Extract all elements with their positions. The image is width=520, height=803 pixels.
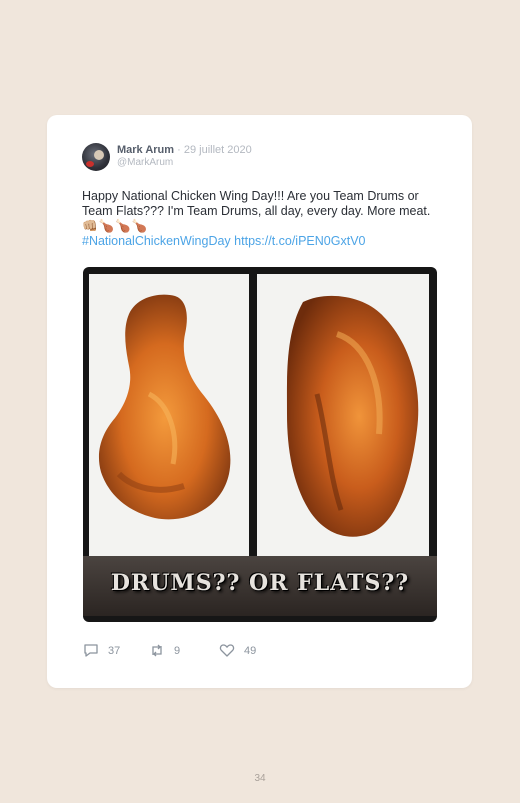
avatar[interactable]	[82, 143, 110, 171]
reply-icon	[84, 644, 98, 657]
drum-photo	[89, 274, 249, 556]
flat-wing-image	[286, 295, 419, 537]
drumstick-image	[98, 294, 231, 520]
tweet-date[interactable]: 29 juillet 2020	[184, 144, 252, 156]
retweet-count: 9	[174, 644, 181, 657]
hashtag-link[interactable]: #NationalChickenWingDay	[82, 234, 231, 248]
image-caption: DRUMS?? OR FLATS??	[110, 570, 410, 596]
tweet-image[interactable]: DRUMS?? OR FLATS??	[83, 267, 437, 622]
url-link[interactable]: https://t.co/iPEN0GxtV0	[234, 234, 365, 248]
flat-photo	[257, 274, 429, 556]
like-icon	[219, 644, 235, 657]
tweet-emojis: 👊🏼🍗🍗🍗	[82, 219, 149, 233]
tweet-body: Happy National Chicken Wing Day!!! Are y…	[82, 189, 431, 218]
header-separator: ·	[177, 144, 181, 156]
author-name[interactable]: Mark Arum	[117, 144, 174, 156]
reply-button[interactable]: 37	[83, 643, 120, 658]
retweet-icon	[152, 644, 162, 657]
page-number: 34	[254, 773, 266, 784]
tweet-card: Mark Arum · 29 juillet 2020 @MarkArum Ha…	[47, 115, 472, 688]
caption-banner: DRUMS?? OR FLATS??	[83, 556, 437, 616]
retweet-button[interactable]: 9	[149, 643, 180, 658]
author-handle[interactable]: @MarkArum	[117, 157, 173, 168]
reply-count: 37	[108, 644, 121, 657]
tweet-header: Mark Arum · 29 juillet 2020	[117, 144, 252, 157]
like-count: 49	[244, 644, 257, 657]
tweet-text: Happy National Chicken Wing Day!!! Are y…	[82, 189, 442, 249]
like-button[interactable]: 49	[219, 643, 256, 658]
